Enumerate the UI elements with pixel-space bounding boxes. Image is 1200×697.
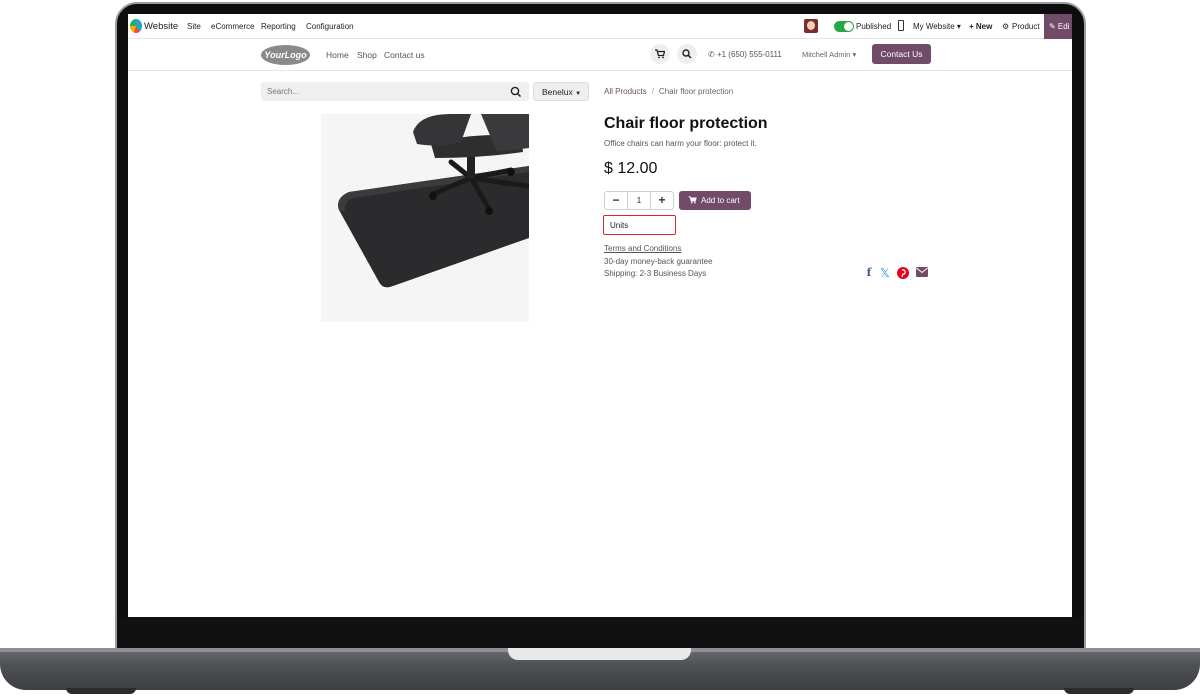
published-toggle[interactable] (834, 21, 854, 32)
product-search (261, 82, 529, 101)
quantity-input[interactable]: 1 (627, 192, 651, 209)
cart-icon[interactable] (650, 44, 670, 64)
pricelist-label: Benelux (542, 87, 573, 97)
guarantee-text: 30-day money-back guarantee (604, 257, 713, 266)
laptop-foot-left (66, 688, 136, 694)
contact-us-button[interactable]: Contact Us (872, 44, 931, 64)
search-input[interactable] (261, 82, 501, 101)
new-button[interactable]: + New (969, 22, 992, 31)
menu-site[interactable]: Site (187, 22, 201, 31)
header-search-icon[interactable] (677, 44, 697, 64)
add-to-cart-label: Add to cart (701, 196, 740, 205)
my-website-dropdown[interactable]: My Website ▾ (913, 22, 961, 31)
edit-button[interactable]: ✎ Edi (1044, 14, 1072, 39)
cart-icon (688, 196, 697, 204)
phone-number[interactable]: ✆ +1 (650) 555-0111 (708, 50, 782, 59)
admin-bar: Website Site eCommerce Reporting Configu… (128, 14, 1072, 39)
published-label[interactable]: Published (856, 22, 891, 31)
laptop-bezel (117, 617, 1084, 649)
menu-ecommerce[interactable]: eCommerce (211, 22, 255, 31)
phone-text: +1 (650) 555-0111 (716, 50, 782, 59)
nav-contact-us[interactable]: Contact us (384, 50, 425, 60)
nav-shop[interactable]: Shop (357, 50, 377, 60)
breadcrumb: All Products / Chair floor protection (604, 87, 734, 96)
product-price: $ 12.00 (604, 160, 658, 177)
breadcrumb-all-products[interactable]: All Products (604, 87, 647, 96)
search-icon[interactable] (509, 85, 523, 99)
decrease-quantity-button[interactable]: − (605, 192, 627, 209)
product-title: Chair floor protection (604, 115, 768, 132)
product-description: Office chairs can harm your floor: prote… (604, 139, 757, 148)
shipping-text: Shipping: 2-3 Business Days (604, 269, 707, 278)
pricelist-dropdown[interactable]: Benelux ▼ (533, 82, 589, 101)
laptop-foot-right (1064, 688, 1134, 694)
site-header: YourLogo Home Shop Contact us ✆ +1 (650)… (128, 39, 1072, 71)
breadcrumb-current: Chair floor protection (658, 87, 734, 96)
terms-link[interactable]: Terms and Conditions (604, 244, 681, 253)
pinterest-icon[interactable] (897, 267, 909, 279)
product-settings-button[interactable]: Product (1012, 22, 1040, 31)
add-to-cart-button[interactable]: Add to cart (679, 191, 751, 210)
twitter-x-icon[interactable]: 𝕏 (879, 267, 891, 279)
nav-home[interactable]: Home (326, 50, 349, 60)
mobile-preview-icon[interactable] (898, 20, 904, 31)
odoo-app-icon[interactable] (130, 19, 142, 33)
menu-reporting[interactable]: Reporting (261, 22, 296, 31)
laptop-notch (508, 648, 691, 660)
product-image[interactable] (321, 114, 529, 322)
screen: Website Site eCommerce Reporting Configu… (128, 14, 1072, 617)
app-name[interactable]: Website (144, 21, 178, 32)
user-avatar[interactable] (804, 19, 818, 33)
phone-icon: ✆ (708, 50, 717, 59)
quantity-stepper: − 1 + (604, 191, 674, 210)
user-name: Mitchell Admin (802, 50, 851, 59)
caret-down-icon: ▼ (575, 91, 582, 97)
site-logo[interactable]: YourLogo (261, 45, 310, 65)
user-menu[interactable]: Mitchell Admin ▾ (802, 50, 856, 59)
increase-quantity-button[interactable]: + (651, 192, 673, 209)
gear-icon[interactable]: ⚙ (1002, 22, 1009, 31)
email-icon[interactable] (916, 267, 928, 279)
menu-configuration[interactable]: Configuration (306, 22, 354, 31)
unit-of-measure[interactable]: Units (603, 215, 676, 235)
facebook-icon[interactable]: f (863, 267, 875, 279)
